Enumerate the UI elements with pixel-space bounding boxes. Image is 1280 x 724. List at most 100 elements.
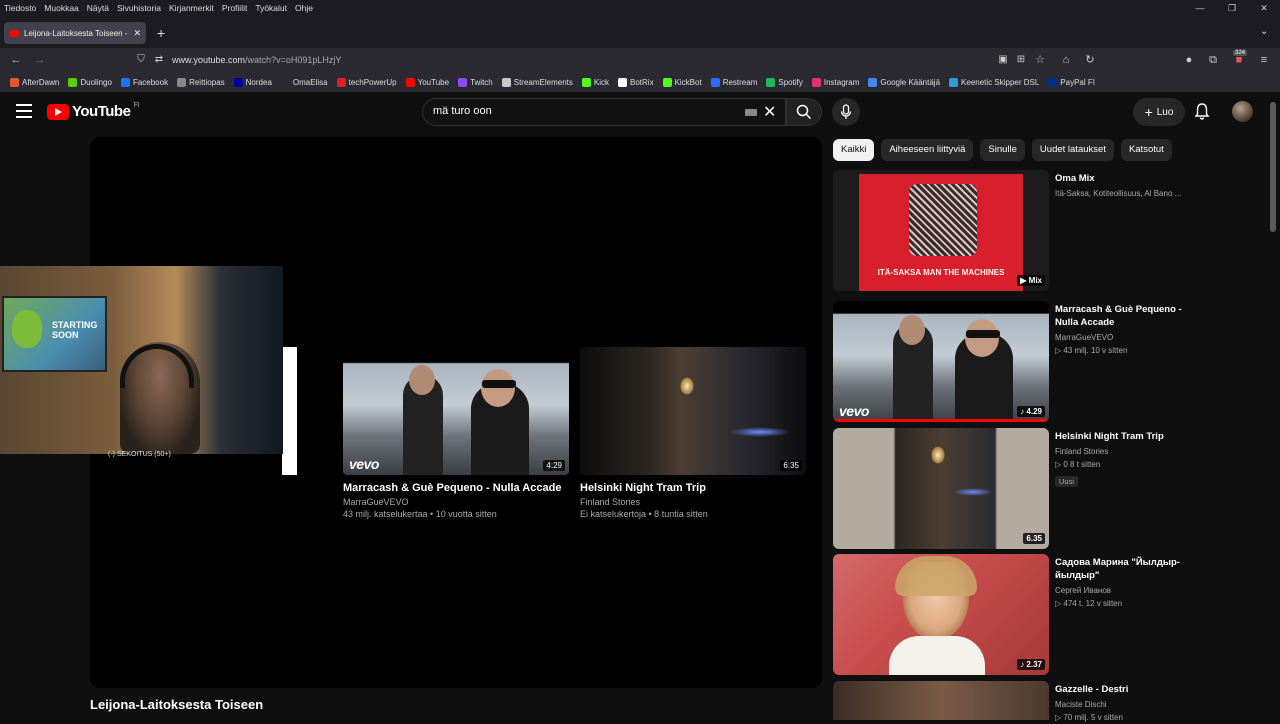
recommendation-title[interactable]: Helsinki Night Tram Trip (1055, 430, 1185, 443)
endscreen-thumbnail: vevo 4:29 (343, 347, 569, 475)
chip-related[interactable]: Aiheeseen liittyviä (881, 139, 974, 161)
bookmark-item[interactable]: StreamElements (501, 77, 573, 87)
menu-file[interactable]: Tiedosto (4, 3, 36, 13)
recommendation-title[interactable]: Садова Марина "Йылдыр-йылдыр" (1055, 556, 1185, 582)
chip-watched[interactable]: Katsotut (1120, 139, 1172, 161)
search-button[interactable] (786, 98, 822, 126)
recommendation-thumbnail[interactable]: ♪ 2.37 (833, 554, 1049, 675)
notifications-bell-icon[interactable] (1194, 102, 1214, 122)
account-icon[interactable]: ● (1179, 48, 1199, 72)
endscreen-card[interactable]: 6:35 Helsinki Night Tram Trip Finland St… (580, 347, 806, 519)
recommendation-title[interactable]: Gazzelle - Destri (1055, 683, 1185, 696)
search-input[interactable] (433, 105, 733, 117)
window-controls: — ❐ ✕ (1184, 0, 1280, 16)
avatar[interactable] (1232, 101, 1253, 122)
clear-search-icon[interactable]: ✕ (763, 102, 776, 122)
create-button[interactable]: + Luo (1133, 98, 1185, 126)
bookmark-star-icon[interactable]: ☆ (1030, 48, 1050, 72)
chip-all[interactable]: Kaikki (833, 139, 875, 161)
chip-recently-uploaded[interactable]: Uudet lataukset (1031, 139, 1114, 161)
menu-history[interactable]: Sivuhistoria (117, 3, 161, 13)
bookmark-item[interactable]: PayPal FI (1048, 77, 1095, 87)
menu-help[interactable]: Ohje (295, 3, 313, 13)
bookmark-favicon-icon (868, 77, 878, 87)
back-arrow-icon[interactable]: ← (6, 48, 26, 72)
bookmark-label: Google Kääntäjä (880, 77, 941, 87)
voice-search-button[interactable] (832, 98, 860, 126)
screenshot-icon[interactable]: ▣ (993, 48, 1013, 72)
bookmark-item[interactable]: BotRix (618, 77, 654, 87)
recommendation-thumbnail[interactable]: 6.35 (833, 428, 1049, 549)
tab-list-chevron-icon[interactable]: ⌄ (1260, 26, 1268, 37)
reader-view-icon[interactable]: ⊞ (1011, 48, 1031, 72)
bookmark-item[interactable]: Facebook (120, 77, 168, 87)
endscreen-card[interactable]: vevo 4:29 Marracash & Guè Pequeno - Null… (343, 347, 569, 519)
endscreen-title[interactable]: Helsinki Night Tram Trip (580, 482, 806, 494)
restore-icon[interactable]: ❐ (1216, 0, 1248, 16)
watch-progress-bar (833, 419, 1049, 422)
menu-tools[interactable]: Työkalut (255, 3, 287, 13)
bookmark-item[interactable]: Duolingo (68, 77, 112, 87)
menu-edit[interactable]: Muokkaa (44, 3, 79, 13)
bookmark-item[interactable]: AfterDawn (10, 77, 59, 87)
youtube-logo[interactable]: YouTube FI (47, 102, 140, 120)
mix-label: (·) SEKOITUS (50+) (108, 451, 171, 458)
bookmark-item[interactable]: Kick (581, 77, 609, 87)
endscreen-title[interactable]: Marracash & Guè Pequeno - Nulla Accade (343, 482, 569, 494)
recommendation-channel[interactable]: Finland Stories (1055, 446, 1185, 458)
recommendation-channel[interactable]: Сергей Иванов (1055, 585, 1185, 597)
bookmark-item[interactable]: techPowerUp (336, 77, 397, 87)
menu-view[interactable]: Näytä (87, 3, 109, 13)
recommendation-title[interactable]: Marracash & Guè Pequeno - Nulla Accade (1055, 303, 1185, 329)
bookmark-label: BotRix (630, 77, 654, 87)
bookmark-item[interactable]: Restream (710, 77, 757, 87)
menu-hamburger-icon[interactable] (16, 104, 32, 118)
recommendation-thumbnail[interactable]: ITÄ-SAKSA MAN THE MACHINES ▶ Mix (833, 170, 1049, 291)
minimize-icon[interactable]: — (1184, 0, 1216, 16)
duration-badge: 6.35 (1023, 533, 1045, 544)
duration-badge: ♪ 2.37 (1017, 659, 1045, 670)
page-scrollbar[interactable] (1270, 102, 1276, 232)
home-icon[interactable]: ⌂ (1056, 48, 1076, 72)
recommendation-thumbnail[interactable] (833, 681, 1049, 720)
recommendation-title[interactable]: Oma Mix (1055, 172, 1185, 185)
menu-bookmarks[interactable]: Kirjanmerkit (169, 3, 214, 13)
bookmark-item[interactable]: Twitch (458, 77, 493, 87)
close-tab-icon[interactable]: ✕ (133, 28, 141, 39)
new-tab-icon[interactable]: + (157, 25, 165, 41)
close-window-icon[interactable]: ✕ (1248, 0, 1280, 16)
recommendation-channel[interactable]: Maciste Dischi (1055, 699, 1185, 711)
endscreen-channel[interactable]: Finland Stories (580, 497, 806, 507)
recommendation-info: Gazzelle - Destri Maciste Dischi ▷ 70 mi… (1055, 683, 1185, 724)
browser-tab-active[interactable]: Leijona-Laitoksesta Toiseen - YouTube ✕ (4, 22, 146, 44)
chip-for-you[interactable]: Sinulle (980, 139, 1025, 161)
recommendation-thumbnail[interactable]: vevo ♪ 4.29 (833, 301, 1049, 422)
duration-badge: ♪ 4.29 (1017, 406, 1045, 417)
mix-icon: (·) (108, 451, 115, 458)
bookmark-item[interactable]: Nordea (233, 77, 272, 87)
bookmark-item[interactable]: YouTube (405, 77, 449, 87)
bookmark-item[interactable]: Google Kääntäjä (868, 77, 941, 87)
bookmark-item[interactable]: OmaElisa (280, 77, 328, 87)
extensions-icon[interactable]: ⧉ (1203, 48, 1223, 72)
bookmark-label: Nordea (245, 77, 272, 87)
keyboard-icon[interactable] (745, 109, 757, 116)
app-menu-icon[interactable]: ≡ (1254, 48, 1274, 72)
poster-mascot (12, 310, 42, 348)
bookmark-item[interactable]: Reittiopas (177, 77, 225, 87)
bookmark-item[interactable]: KickBot (662, 77, 702, 87)
reload-icon[interactable]: ↻ (1080, 48, 1100, 72)
site-permissions-icon[interactable]: ⇄ (149, 48, 169, 72)
menu-profiles[interactable]: Profiilit (222, 3, 248, 13)
bookmark-item[interactable]: Keenetic Skipper DSL (949, 77, 1039, 87)
shield-icon[interactable]: ⛉ (131, 48, 151, 72)
youtube-page: YouTube FI ✕ + Luo vevo 4:29 (0, 92, 1280, 722)
bookmark-item[interactable]: Instagram (811, 77, 859, 87)
recommendation-channel[interactable]: MarraGueVEVO (1055, 332, 1185, 344)
endscreen-channel[interactable]: MarraGueVEVO (343, 497, 569, 507)
url-bar[interactable]: www.youtube.com/watch?v=oH091pLHzjY (172, 48, 341, 72)
forward-arrow-icon[interactable]: → (30, 48, 50, 72)
bookmark-favicon-icon (501, 77, 511, 87)
recommendation-meta: ▷ 43 milj. 10 v sitten (1055, 346, 1128, 355)
bookmark-item[interactable]: Spotify (766, 77, 803, 87)
